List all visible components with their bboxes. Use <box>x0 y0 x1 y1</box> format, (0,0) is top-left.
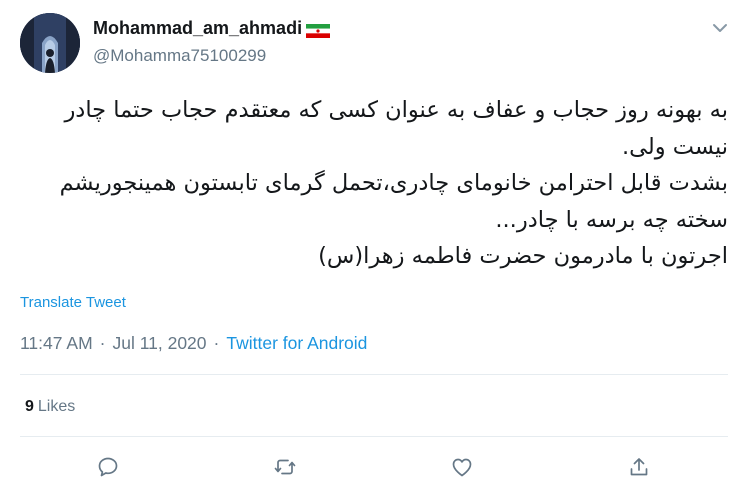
author-handle[interactable]: @Mohamma75100299 <box>93 46 266 66</box>
like-icon <box>452 458 472 477</box>
divider <box>20 436 728 437</box>
reply-icon <box>98 457 118 477</box>
share-icon <box>630 458 648 476</box>
likes-stat[interactable]: 9 Likes <box>25 398 75 416</box>
retweet-icon <box>274 459 296 475</box>
tweet-source-link[interactable]: Twitter for Android <box>226 333 367 354</box>
translate-tweet-link[interactable]: Translate Tweet <box>20 294 126 311</box>
action-bar <box>0 452 748 482</box>
retweet-button[interactable] <box>270 452 300 482</box>
likes-count: 9 <box>25 398 34 415</box>
share-button[interactable] <box>624 452 654 482</box>
reply-button[interactable] <box>93 452 123 482</box>
meta-separator: · <box>213 333 220 353</box>
like-button[interactable] <box>447 452 477 482</box>
likes-label: Likes <box>37 398 76 415</box>
tweet-time[interactable]: 11:47 AM <box>20 333 93 354</box>
avatar-image <box>20 13 80 73</box>
tweet-meta: 11:47 AM · Jul 11, 2020 · Twitter for An… <box>20 333 367 354</box>
divider <box>20 374 728 375</box>
author-name[interactable]: Mohammad_am_ahmadi <box>93 18 331 39</box>
tweet-date[interactable]: Jul 11, 2020 <box>112 333 206 354</box>
display-name[interactable]: Mohammad_am_ahmadi <box>93 18 302 39</box>
meta-separator: · <box>99 333 106 353</box>
avatar[interactable] <box>20 13 80 73</box>
chevron-down-icon[interactable] <box>710 18 730 38</box>
tweet-text: به بهونه روز حجاب و عفاف به عنوان کسی که… <box>59 97 728 269</box>
iran-flag-icon <box>306 22 331 38</box>
